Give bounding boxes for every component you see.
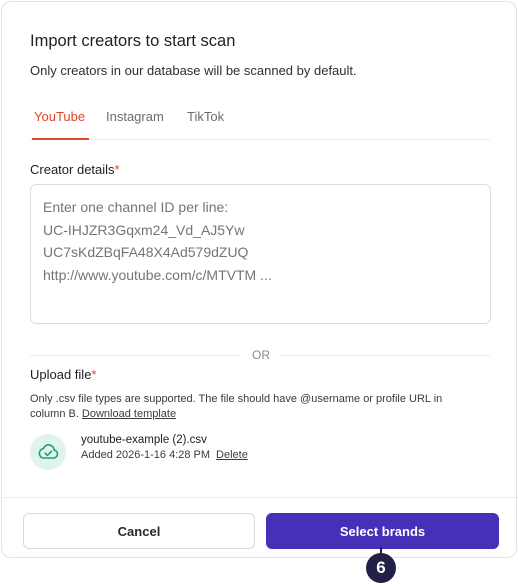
divider-line-left bbox=[30, 355, 240, 356]
upload-file-label-text: Upload file bbox=[30, 367, 92, 382]
divider-line-right bbox=[280, 355, 490, 356]
uploaded-file-name: youtube-example (2).csv bbox=[81, 434, 207, 446]
upload-helper: Only .csv file types are supported. The … bbox=[30, 392, 470, 421]
upload-file-label: Upload file* bbox=[30, 367, 97, 382]
or-divider: OR bbox=[30, 347, 490, 363]
select-brands-button[interactable]: Select brands bbox=[266, 513, 499, 549]
creator-details-label-text: Creator details bbox=[30, 162, 115, 177]
creator-details-label: Creator details* bbox=[30, 162, 120, 177]
cancel-button[interactable]: Cancel bbox=[23, 513, 255, 549]
tab-tiktok[interactable]: TikTok bbox=[187, 109, 224, 139]
cloud-check-icon bbox=[30, 434, 66, 470]
footer-divider bbox=[3, 497, 518, 498]
creator-details-input[interactable] bbox=[30, 184, 491, 324]
platform-tabs: YouTube Instagram TikTok bbox=[30, 102, 490, 140]
or-text: OR bbox=[252, 348, 270, 362]
tab-instagram[interactable]: Instagram bbox=[106, 109, 164, 139]
import-creators-modal: Import creators to start scan Only creat… bbox=[1, 1, 518, 558]
modal-subtitle: Only creators in our database will be sc… bbox=[30, 63, 357, 78]
required-mark: * bbox=[91, 367, 97, 382]
uploaded-file-meta: Added 2026-1-16 4:28 PM Delete bbox=[81, 449, 248, 461]
modal-title: Import creators to start scan bbox=[30, 32, 236, 50]
step-badge: 6 bbox=[366, 553, 396, 583]
required-mark: * bbox=[114, 162, 120, 177]
download-template-link[interactable]: Download template bbox=[82, 408, 176, 420]
delete-file-link[interactable]: Delete bbox=[216, 449, 248, 461]
uploaded-file-date: Added 2026-1-16 4:28 PM bbox=[81, 449, 211, 461]
tab-youtube[interactable]: YouTube bbox=[31, 109, 90, 140]
